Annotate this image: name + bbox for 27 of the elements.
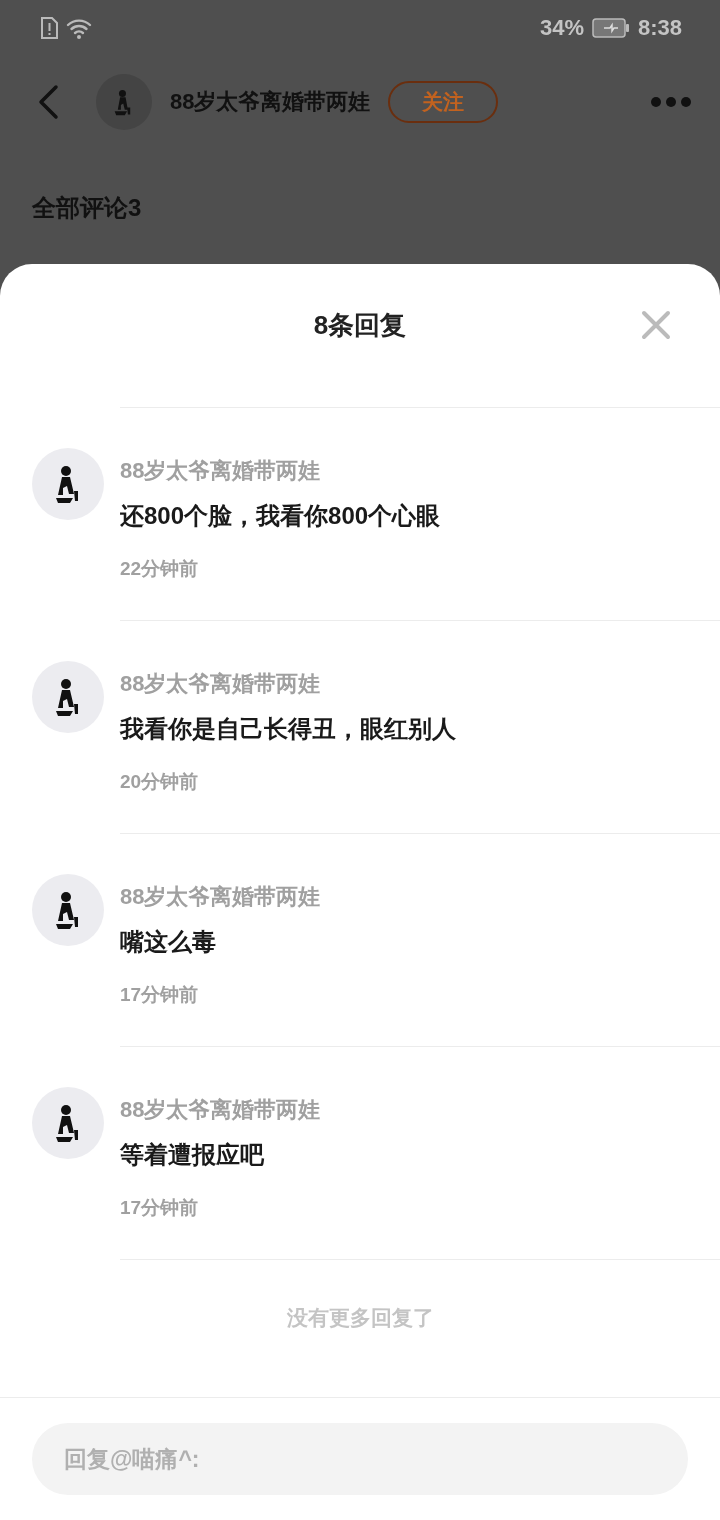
reply-text: 我看你是自己长得丑，眼红别人	[120, 714, 457, 744]
avatar-icon[interactable]	[32, 448, 104, 520]
wifi-icon	[66, 17, 92, 39]
reply-time: 17分钟前	[120, 983, 200, 1007]
battery-percent: 34%	[539, 15, 584, 41]
clock-time: 8:38	[637, 15, 682, 41]
reply-author: 88岁太爷离婚带两娃	[120, 670, 322, 698]
avatar-icon[interactable]	[32, 661, 104, 733]
end-note: 没有更多回复了	[286, 1306, 434, 1329]
reply-author: 88岁太爷离婚带两娃	[120, 457, 322, 485]
comments-title: 全部评论3	[32, 193, 142, 223]
avatar-icon[interactable]	[32, 1087, 104, 1159]
battery-icon	[591, 18, 630, 38]
sheet-title: 8条回复	[313, 309, 407, 342]
reply-input[interactable]: 回复@喵痛^:	[32, 1423, 688, 1495]
author-name: 88岁太爷离婚带两娃	[170, 88, 371, 116]
reply-text: 等着遭报应吧	[120, 1140, 265, 1170]
reply-time: 20分钟前	[120, 770, 200, 794]
reply-time: 17分钟前	[120, 1196, 200, 1220]
sim-alert-icon	[40, 17, 58, 39]
avatar-icon[interactable]	[32, 874, 104, 946]
reply-text: 嘴这么毒	[120, 927, 217, 957]
follow-button[interactable]: 关注	[388, 81, 499, 123]
reply-time: 22分钟前	[120, 557, 200, 581]
reply-author: 88岁太爷离婚带两娃	[120, 883, 322, 911]
reply-author: 88岁太爷离婚带两娃	[120, 1096, 322, 1124]
reply-text: 还800个脸，我看你800个心眼	[120, 501, 442, 531]
